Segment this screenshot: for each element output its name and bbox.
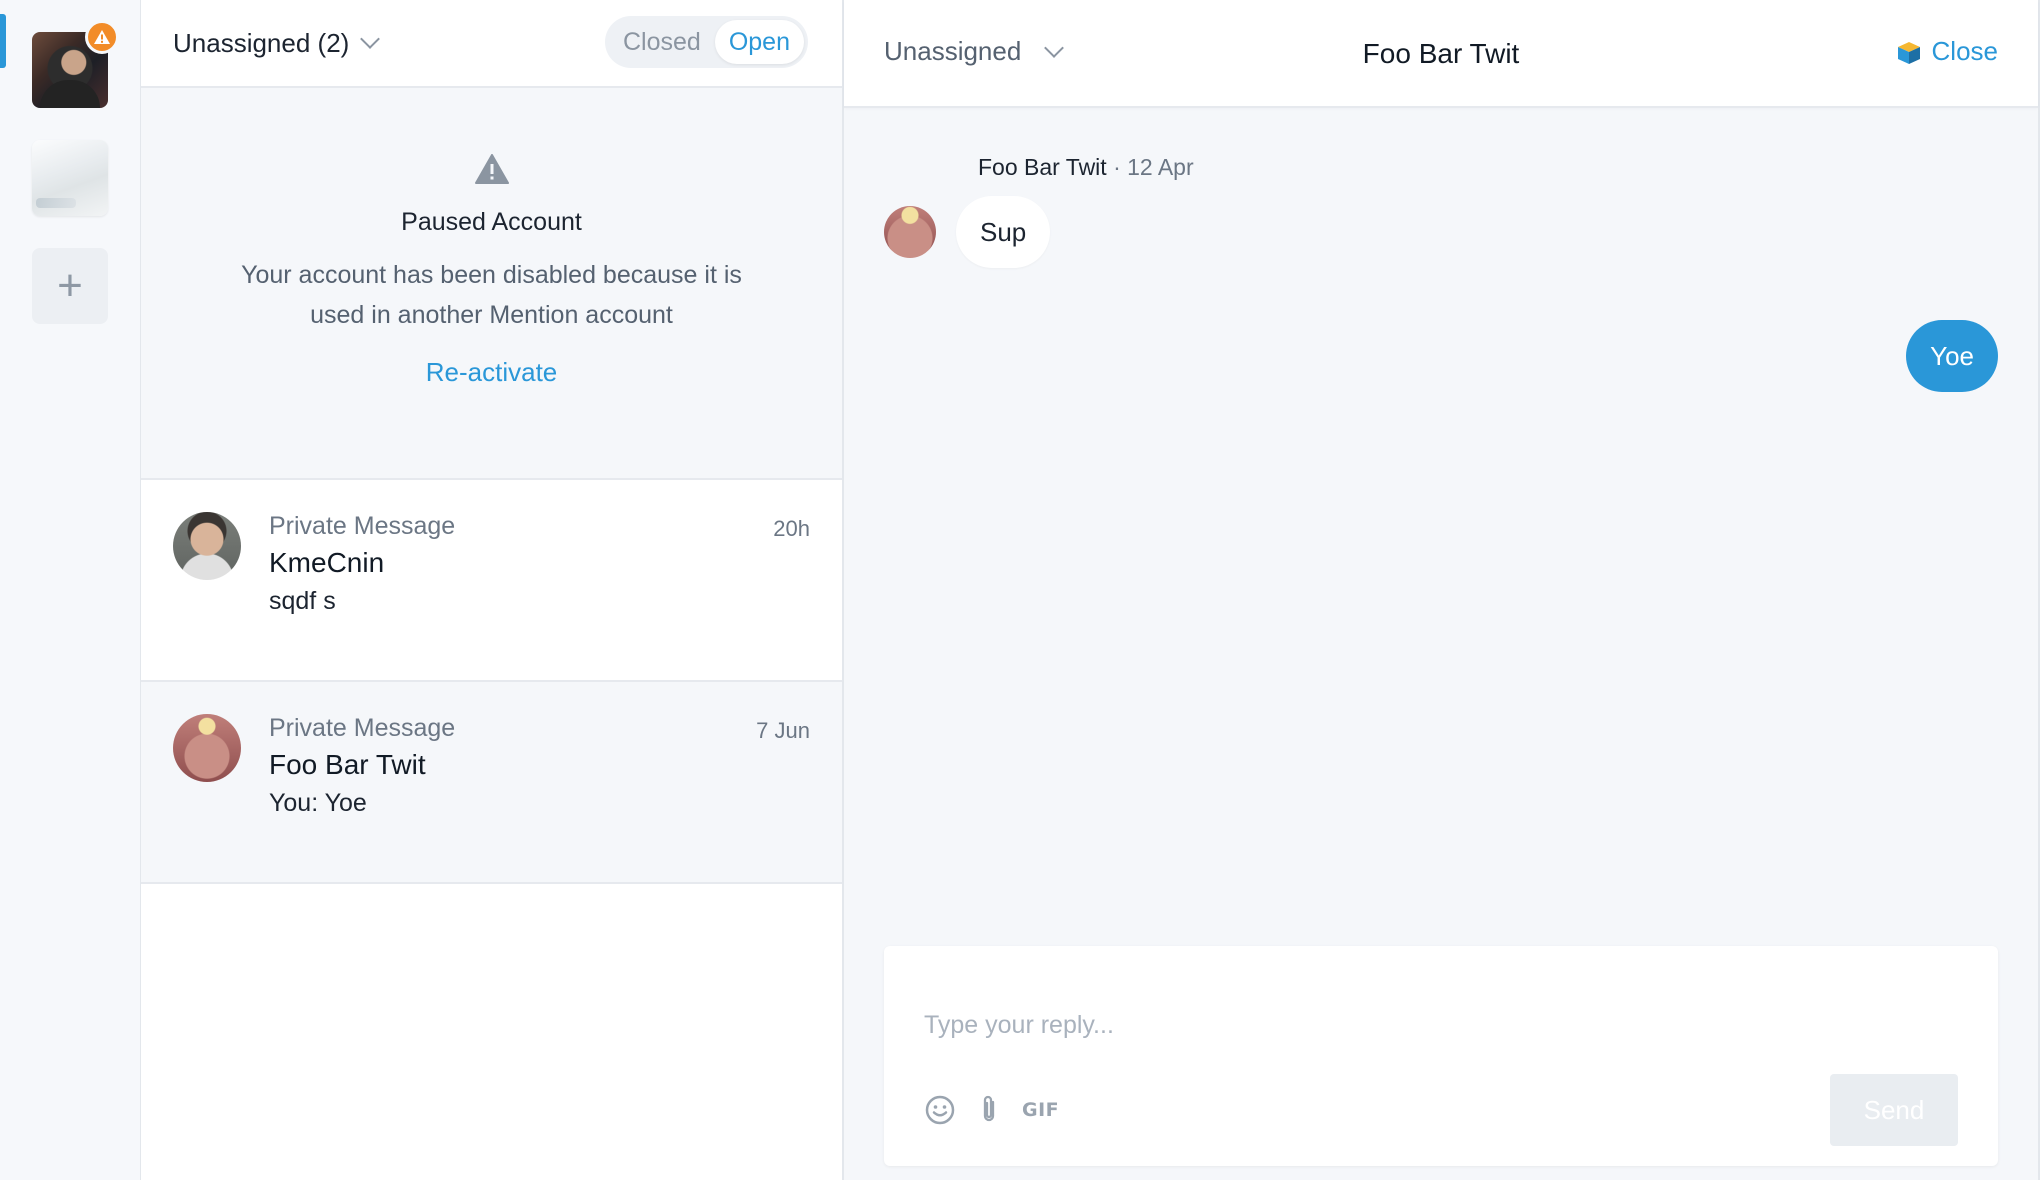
inbox-header: Unassigned (2) Closed Open <box>141 0 842 88</box>
composer-toolbar: GIF <box>924 1094 1059 1126</box>
box-icon <box>1897 41 1920 64</box>
app-root: + Unassigned (2) Closed Open Paused Acco… <box>0 0 2040 1180</box>
attachment-icon[interactable] <box>978 1094 1000 1126</box>
outgoing-message-bubble: Yoe <box>1906 320 1998 392</box>
warning-icon <box>474 154 509 184</box>
chat-panel: Unassigned Foo Bar Twit Close Foo Bar Tw… <box>844 0 2040 1180</box>
meta-separator: · <box>1113 154 1121 180</box>
message-meta: Foo Bar Twit · 12 Apr <box>978 154 1194 181</box>
send-button[interactable]: Send <box>1830 1074 1958 1146</box>
conversation-time: 20h <box>773 516 810 541</box>
accounts-rail: + <box>0 0 141 1180</box>
assignment-filter-label: Unassigned (2) <box>173 27 350 58</box>
toggle-closed[interactable]: Closed <box>609 20 715 64</box>
message-date: 12 Apr <box>1127 154 1194 180</box>
close-label: Close <box>1931 36 1998 66</box>
conversation-body: Private Message KmeCnin sqdf s <box>269 512 810 680</box>
close-conversation-button[interactable]: Close <box>1896 36 1998 67</box>
reply-composer: GIF Send <box>884 946 1998 1166</box>
status-toggle: Closed Open <box>605 16 808 68</box>
conversation-preview: sqdf s <box>269 587 336 615</box>
avatar <box>884 206 936 258</box>
conversation-time: 7 Jun <box>756 718 810 743</box>
emoji-icon[interactable] <box>924 1094 956 1126</box>
add-account-button[interactable]: + <box>32 248 108 324</box>
reactivate-link[interactable]: Re-activate <box>426 357 558 388</box>
account-avatar-2[interactable] <box>32 140 108 216</box>
chat-title: Foo Bar Twit <box>1362 38 1520 69</box>
warning-badge-icon <box>85 20 119 54</box>
active-account-indicator <box>0 14 6 68</box>
conversation-item-selected[interactable]: Private Message Foo Bar Twit You: Yoe 7 … <box>141 682 842 884</box>
conversation-preview: You: Yoe <box>269 789 367 817</box>
chat-header: Unassigned Foo Bar Twit Close <box>844 0 2038 108</box>
conversation-type: Private Message <box>269 512 456 540</box>
conversation-body: Private Message Foo Bar Twit You: Yoe <box>269 714 810 882</box>
paused-account-notice: Paused Account Your account has been dis… <box>141 88 842 480</box>
incoming-message-bubble: Sup <box>956 196 1051 268</box>
chevron-down-icon <box>360 29 381 49</box>
toggle-open[interactable]: Open <box>714 20 804 64</box>
inbox-column: Unassigned (2) Closed Open Paused Accoun… <box>141 0 844 1180</box>
conversation-item[interactable]: Private Message KmeCnin sqdf s 20h <box>141 480 842 682</box>
paused-description: Your account has been disabled because i… <box>241 261 742 329</box>
gif-icon[interactable]: GIF <box>1022 1099 1059 1121</box>
message-author: Foo Bar Twit <box>978 154 1107 180</box>
conversation-type: Private Message <box>269 714 456 742</box>
reply-input[interactable] <box>884 946 1998 1066</box>
assignment-filter-dropdown[interactable]: Unassigned (2) <box>173 27 381 59</box>
conversation-name: KmeCnin <box>269 547 385 578</box>
avatar <box>173 512 241 580</box>
conversation-name: Foo Bar Twit <box>269 749 426 780</box>
avatar <box>173 714 241 782</box>
paused-title: Paused Account <box>401 208 582 236</box>
